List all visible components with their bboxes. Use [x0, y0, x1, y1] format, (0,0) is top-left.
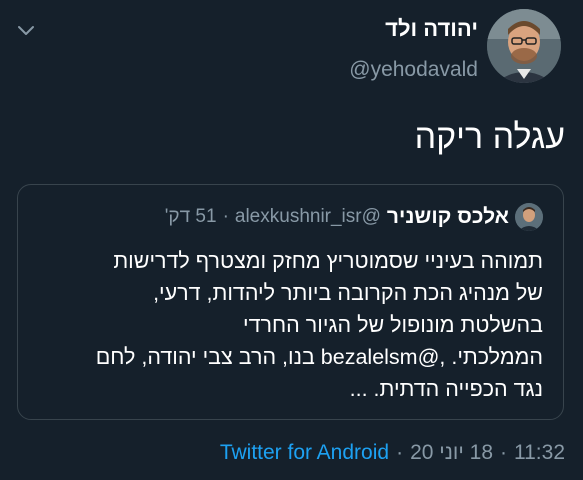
mention-link[interactable]: @bezalelsm: [321, 345, 440, 369]
quoted-relative-time: 51 דק': [164, 206, 217, 227]
avatar[interactable]: [487, 9, 561, 83]
quoted-handle[interactable]: @alexkushnir_isr: [235, 206, 381, 228]
separator-dot: ·: [396, 441, 404, 464]
quoted-text-segment: הממלכתי. ,: [439, 345, 543, 369]
tweet-time[interactable]: 11:32: [514, 441, 565, 465]
quoted-tweet-text: תמוהה בעיניי שסמוטריץ מחזק ומצטרף לדרישו…: [96, 245, 543, 405]
quoted-text-segment: בנו, הרב צבי יהודה, לחם: [95, 345, 321, 369]
tweet-text: עגלה ריקה: [414, 118, 565, 156]
quoted-display-name[interactable]: אלכס קושניר: [387, 205, 509, 229]
chevron-down-icon[interactable]: [14, 18, 38, 42]
separator-dot: ·: [500, 441, 507, 464]
quoted-text-line: בהשלטת מונופול של הגיור החרדי: [243, 313, 543, 337]
quoted-text-line: הממלכתי. ,@bezalelsm בנו, הרב צבי יהודה,…: [96, 341, 543, 373]
quoted-tweet-header: אלכס קושניר @alexkushnir_isr · 51 דק': [165, 202, 543, 232]
quoted-text-line: תמוהה בעיניי שסמוטריץ מחזק ומצטרף לדרישו…: [113, 249, 543, 273]
tweet-date[interactable]: 18 יוני 20: [410, 441, 493, 465]
quoted-text-line: נגד הכפייה הדתית. ...: [349, 377, 543, 401]
display-name[interactable]: יהודה ולד: [385, 16, 478, 42]
quoted-tweet[interactable]: אלכס קושניר @alexkushnir_isr · 51 דק' תמ…: [17, 184, 564, 420]
handle[interactable]: @yehodavald: [349, 58, 478, 82]
separator-dot: ·: [222, 206, 229, 227]
quoted-text-line: של מנהיג הכת הקרובה ביותר ליהדות, דרעי,: [153, 281, 543, 305]
tweet-source-link[interactable]: Twitter for Android: [220, 441, 389, 465]
tweet-metadata: 11:32 · 18 יוני 20 · Twitter for Android: [220, 441, 565, 465]
quoted-avatar: [515, 203, 543, 231]
